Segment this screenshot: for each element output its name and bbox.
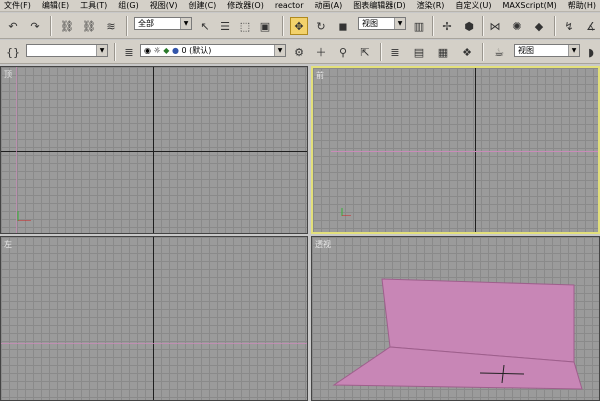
select-and-scale-icon[interactable]: ◼ xyxy=(334,17,352,35)
keyboard-shortcut-override-icon[interactable]: ⬢ xyxy=(460,17,478,35)
color-swatch-icon: ● xyxy=(171,46,179,55)
render-view-dropdown[interactable]: 视图 ▼ xyxy=(514,44,580,57)
select-and-move-icon[interactable]: ✥ xyxy=(290,17,308,35)
menu-group[interactable]: 组(G) xyxy=(118,0,138,12)
layer-manager-icon[interactable]: ≣ xyxy=(386,43,404,61)
rectangular-selection-icon[interactable]: ⬚ xyxy=(236,17,254,35)
align-icon[interactable]: ✺ xyxy=(508,17,526,35)
layers-icon[interactable]: ≣ xyxy=(120,43,138,61)
unlink-selection-icon[interactable]: ⛓ xyxy=(80,17,98,35)
layer-dropdown[interactable]: ◉ ☼ ◆ ● 0 (默认) ▼ xyxy=(140,44,286,57)
menu-file[interactable]: 文件(F) xyxy=(4,0,31,12)
layer-name: 0 (默认) xyxy=(181,46,212,55)
create-layer-icon[interactable]: ⚙ xyxy=(290,43,308,61)
menu-help[interactable]: 帮助(H) xyxy=(568,0,596,12)
object-edge-line xyxy=(1,343,307,344)
redo-icon[interactable]: ↷ xyxy=(26,17,44,35)
menu-rendering[interactable]: 渲染(R) xyxy=(417,0,445,12)
material-editor-icon[interactable]: ❖ xyxy=(458,43,476,61)
menu-customize[interactable]: 自定义(U) xyxy=(455,0,491,12)
chevron-down-icon: ▼ xyxy=(394,18,405,29)
viewport-left[interactable]: 左 xyxy=(0,236,308,401)
bind-space-warp-icon[interactable]: ≋ xyxy=(102,17,120,35)
named-selection-icon[interactable]: {} xyxy=(4,43,22,61)
secondary-toolbar: {} ▼ ≣ ◉ ☼ ◆ ● 0 (默认) ▼ ⚙ ＋ ⚲ ⇱ ≣ ▤ ▦ ❖ … xyxy=(0,40,600,64)
menu-modifiers[interactable]: 修改器(O) xyxy=(227,0,264,12)
axis-tripod-icon xyxy=(341,208,351,216)
viewport-label-top[interactable]: 顶 xyxy=(4,69,12,80)
undo-icon[interactable]: ↶ xyxy=(4,17,22,35)
chevron-down-icon: ▼ xyxy=(274,45,285,56)
select-and-rotate-icon[interactable]: ↻ xyxy=(312,17,330,35)
mirror-icon[interactable]: ⋈ xyxy=(486,17,504,35)
viewport-top[interactable]: 顶 xyxy=(0,66,308,234)
reference-coord-dropdown[interactable]: 视图 ▼ xyxy=(358,17,406,30)
select-by-name-icon[interactable]: ☰ xyxy=(216,17,234,35)
viewport-label-front[interactable]: 前 xyxy=(316,70,324,81)
horizontal-axis-line xyxy=(1,151,307,152)
add-to-layer-icon[interactable]: ＋ xyxy=(312,43,330,61)
set-current-layer-icon[interactable]: ⇱ xyxy=(356,43,374,61)
menu-tools[interactable]: 工具(T) xyxy=(80,0,107,12)
chevron-down-icon: ▼ xyxy=(568,45,579,56)
snaps-toggle-icon[interactable]: ↯ xyxy=(560,17,578,35)
viewport-label-left[interactable]: 左 xyxy=(4,239,12,250)
named-selection-dropdown[interactable]: ▼ xyxy=(26,44,108,57)
render-setup-icon[interactable]: ☕ xyxy=(490,43,508,61)
chevron-down-icon: ▼ xyxy=(180,18,191,29)
select-object-icon[interactable]: ↖ xyxy=(196,17,214,35)
menu-views[interactable]: 视图(V) xyxy=(150,0,178,12)
reference-coord-value: 视图 xyxy=(362,19,378,28)
pivot-center-icon[interactable]: ▥ xyxy=(410,17,428,35)
menu-animation[interactable]: 动画(A) xyxy=(314,0,342,12)
object-edge-line xyxy=(331,151,598,152)
perspective-scene xyxy=(332,278,583,390)
menu-edit[interactable]: 编辑(E) xyxy=(42,0,69,12)
select-and-link-icon[interactable]: ⛓ xyxy=(58,17,76,35)
chevron-down-icon: ▼ xyxy=(96,45,107,56)
selection-filter-dropdown[interactable]: 全部 ▼ xyxy=(134,17,192,30)
render-view-value: 视图 xyxy=(518,46,534,55)
curve-editor-icon[interactable]: ▤ xyxy=(410,43,428,61)
viewport-front[interactable]: 前 xyxy=(311,66,600,234)
render-icon: ☼ xyxy=(153,46,161,55)
select-layer-icon[interactable]: ⚲ xyxy=(334,43,352,61)
eye-icon: ◉ xyxy=(144,46,151,55)
angle-snap-icon[interactable]: ∡ xyxy=(582,17,600,35)
axis-tripod-icon xyxy=(17,211,31,221)
menu-bar: 文件(F) 编辑(E) 工具(T) 组(G) 视图(V) 创建(C) 修改器(O… xyxy=(0,0,600,12)
layer-manager-icon[interactable]: ◆ xyxy=(530,17,548,35)
menu-create[interactable]: 创建(C) xyxy=(188,0,216,12)
quick-render-icon[interactable]: ◗ xyxy=(582,43,600,61)
schematic-view-icon[interactable]: ▦ xyxy=(434,43,452,61)
menu-reactor[interactable]: reactor xyxy=(275,0,304,12)
select-and-manipulate-icon[interactable]: ✢ xyxy=(438,17,456,35)
vertical-axis-line xyxy=(153,237,154,400)
selection-filter-value: 全部 xyxy=(138,19,154,28)
window-crossing-icon[interactable]: ▣ xyxy=(256,17,274,35)
freeze-icon: ◆ xyxy=(163,46,170,55)
menu-maxscript[interactable]: MAXScript(M) xyxy=(503,0,557,12)
main-toolbar: ↶ ↷ ⛓ ⛓ ≋ 全部 ▼ ↖ ☰ ⬚ ▣ ✥ ↻ ◼ 视图 ▼ ▥ ✢ ⬢ … xyxy=(0,13,600,39)
menu-graph-editors[interactable]: 图表编辑器(D) xyxy=(353,0,405,12)
viewport-perspective[interactable]: 透视 xyxy=(311,236,600,401)
